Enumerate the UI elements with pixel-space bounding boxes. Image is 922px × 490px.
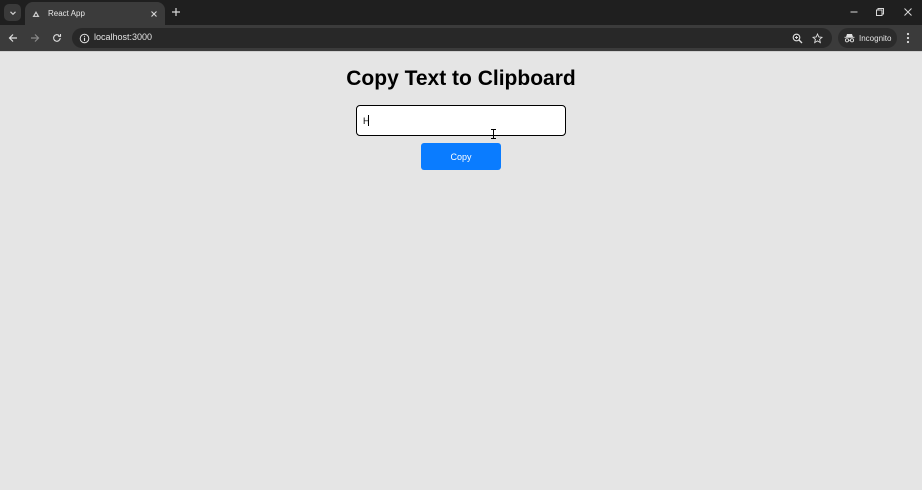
zoom-icon[interactable]	[790, 31, 804, 45]
chevron-down-icon	[9, 10, 16, 15]
more-vert-icon	[906, 32, 910, 44]
text-cursor-icon	[491, 129, 496, 139]
page-title: Copy Text to Clipboard	[346, 67, 576, 90]
tab-title: React App	[48, 9, 85, 18]
incognito-label: Incognito	[859, 33, 892, 43]
browser-toolbar: localhost:3000 Incognito	[0, 25, 922, 51]
plus-icon	[172, 8, 180, 16]
page-content: Copy Text to Clipboard Copy	[0, 51, 922, 490]
browser-menu-button[interactable]	[901, 30, 915, 46]
star-icon[interactable]	[810, 31, 824, 45]
incognito-indicator[interactable]: Incognito	[838, 28, 897, 48]
text-caret	[368, 115, 369, 126]
tab-search-button[interactable]	[4, 4, 21, 21]
tab-close-icon[interactable]	[148, 8, 159, 19]
copy-button[interactable]: Copy	[421, 143, 501, 170]
restore-icon	[876, 8, 884, 16]
url-text: localhost:3000	[94, 32, 153, 42]
reload-button[interactable]	[49, 30, 65, 46]
forward-button[interactable]	[27, 30, 43, 46]
close-window-button[interactable]	[901, 5, 915, 19]
tab-strip: React App	[0, 0, 922, 25]
browser-tab[interactable]: React App	[25, 2, 165, 25]
incognito-icon	[844, 33, 855, 43]
arrow-left-icon	[8, 34, 17, 42]
text-input[interactable]	[356, 105, 566, 136]
minimize-button[interactable]	[847, 5, 861, 19]
new-tab-button[interactable]	[169, 5, 183, 19]
favicon-icon	[32, 10, 40, 18]
address-bar[interactable]: localhost:3000	[72, 28, 832, 48]
back-button[interactable]	[5, 30, 21, 46]
minimize-icon	[850, 11, 858, 13]
reload-icon	[53, 34, 62, 42]
restore-button[interactable]	[873, 5, 887, 19]
arrow-right-icon	[31, 34, 40, 42]
close-icon	[904, 8, 912, 16]
site-info-icon[interactable]	[78, 32, 90, 44]
